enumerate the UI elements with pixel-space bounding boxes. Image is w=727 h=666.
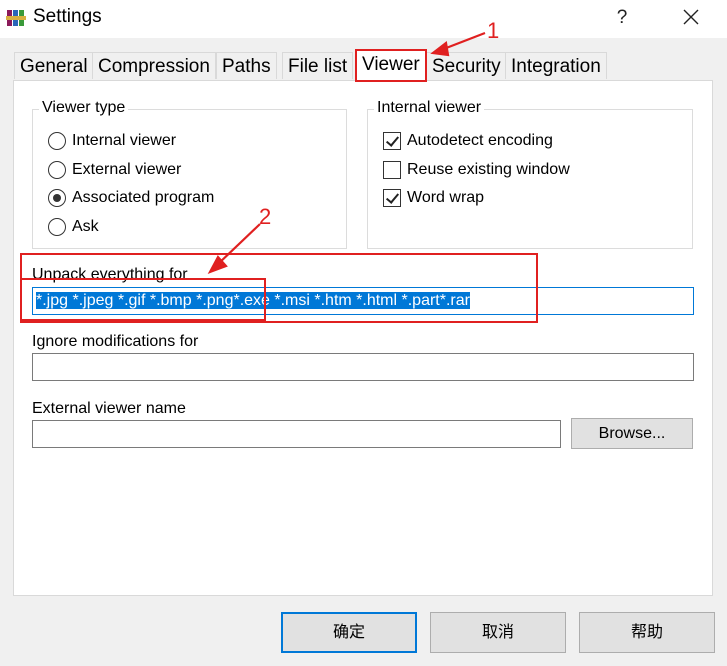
annotation-number-2: 2 — [259, 204, 272, 229]
checkbox-autodetect-encoding[interactable]: Autodetect encoding — [383, 130, 553, 152]
tab-compression[interactable]: Compression — [92, 52, 216, 79]
checkbox-label: Autodetect encoding — [407, 132, 553, 149]
radio-label: Associated program — [72, 189, 215, 206]
help-button[interactable]: 帮助 — [579, 612, 715, 653]
radio-label: External viewer — [72, 161, 182, 178]
radio-ask[interactable]: Ask — [48, 216, 99, 238]
ignore-modifications-label: Ignore modifications for — [32, 333, 199, 350]
close-icon — [683, 9, 699, 25]
annotation-number-1: 1 — [487, 18, 500, 43]
checkbox-word-wrap[interactable]: Word wrap — [383, 187, 484, 209]
checkbox-reuse-existing-window[interactable]: Reuse existing window — [383, 159, 570, 181]
radio-external-viewer[interactable]: External viewer — [48, 159, 181, 181]
ok-button[interactable]: 确定 — [281, 612, 417, 653]
help-title-button[interactable]: ? — [610, 4, 634, 32]
checkbox-label: Word wrap — [407, 189, 485, 206]
winrar-app-icon — [6, 8, 26, 28]
radio-circle — [48, 132, 66, 150]
radio-internal-viewer[interactable]: Internal viewer — [48, 130, 176, 152]
radio-circle — [48, 218, 66, 236]
checkbox-checked — [383, 189, 401, 207]
tab-security[interactable]: Security — [426, 52, 507, 79]
viewer-type-legend: Viewer type — [39, 99, 129, 117]
tab-paths[interactable]: Paths — [216, 52, 277, 79]
checkbox-checked — [383, 132, 401, 150]
checkbox-label: Reuse existing window — [407, 161, 570, 178]
window-title: Settings — [33, 6, 102, 27]
tab-file-list[interactable]: File list — [282, 52, 354, 79]
annotation-box-image-extensions — [20, 278, 266, 321]
close-button[interactable] — [676, 4, 706, 32]
external-viewer-name-label: External viewer name — [32, 400, 186, 417]
checkbox-unchecked — [383, 161, 401, 179]
tab-integration[interactable]: Integration — [505, 52, 607, 79]
radio-associated-program[interactable]: Associated program — [48, 187, 214, 209]
radio-circle — [48, 161, 66, 179]
internal-viewer-legend: Internal viewer — [374, 99, 485, 117]
radio-label: Internal viewer — [72, 132, 177, 149]
browse-button[interactable]: Browse... — [571, 418, 693, 449]
ignore-modifications-input[interactable] — [32, 353, 694, 381]
external-viewer-name-input[interactable] — [32, 420, 561, 448]
annotation-box-viewer-tab — [355, 49, 427, 82]
radio-circle-selected — [48, 189, 66, 207]
tab-general[interactable]: General — [14, 52, 94, 79]
cancel-button[interactable]: 取消 — [430, 612, 566, 653]
radio-label: Ask — [72, 218, 99, 235]
